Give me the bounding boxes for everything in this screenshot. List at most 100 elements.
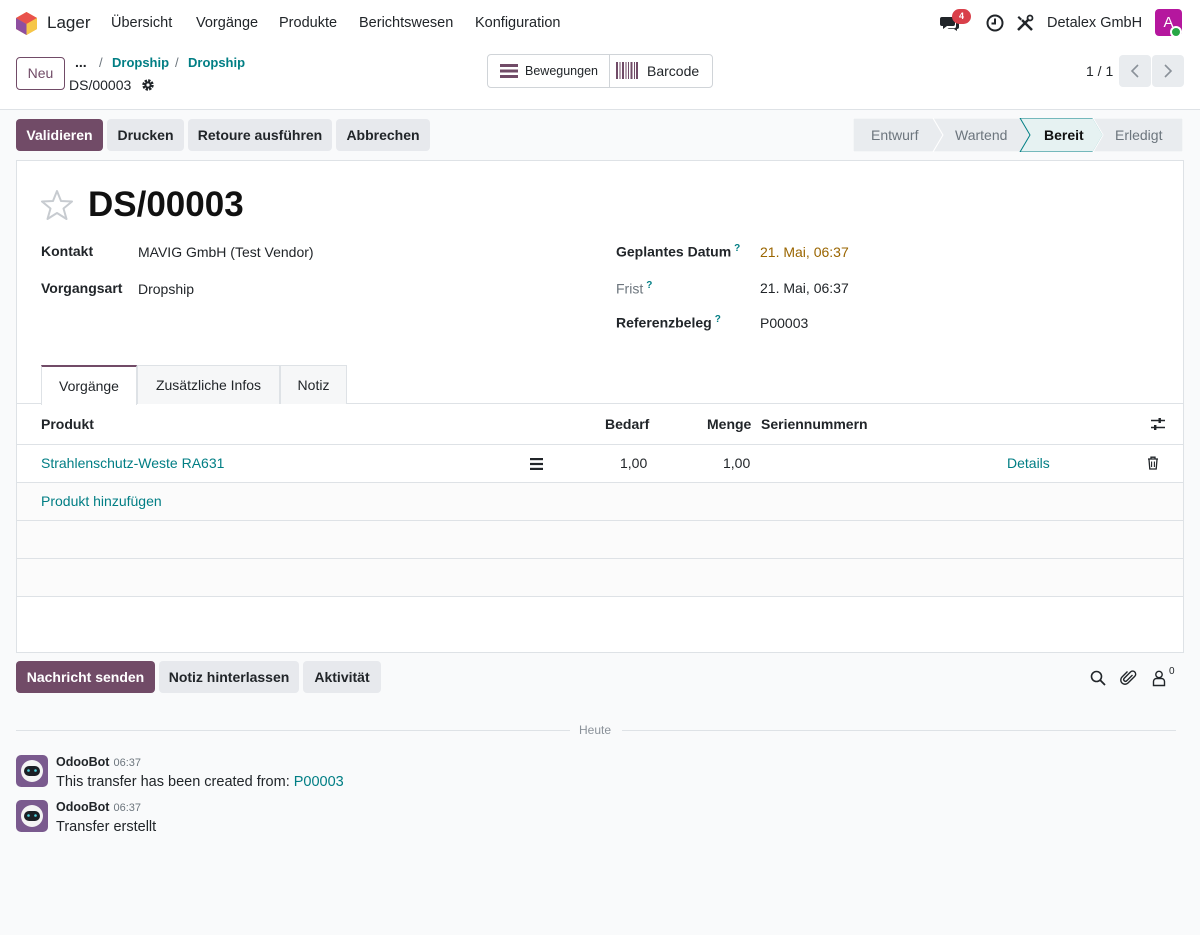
odoobot-avatar[interactable] xyxy=(16,755,48,787)
list-icon xyxy=(500,64,518,78)
deadline-field[interactable]: 21. Mai, 06:37 xyxy=(760,280,849,296)
scheduled-date-field[interactable]: 21. Mai, 06:37 xyxy=(760,244,849,260)
search-icon[interactable] xyxy=(1089,669,1107,687)
moves-smart-button[interactable]: Bewegungen xyxy=(488,55,609,87)
barcode-icon xyxy=(616,62,638,79)
barcode-smart-button[interactable]: Barcode xyxy=(610,55,713,87)
contact-label: Kontakt xyxy=(41,243,94,259)
tab-note[interactable]: Notiz xyxy=(280,365,347,404)
add-line-row: Produkt hinzufügen xyxy=(17,483,1183,521)
control-panel: Neu ... / Dropship / Dropship DS/00003 B… xyxy=(0,46,1200,110)
menu-reporting[interactable]: Berichtswesen xyxy=(359,15,453,31)
column-quantity[interactable]: Menge xyxy=(707,416,751,432)
empty-row xyxy=(17,559,1183,597)
trash-icon[interactable] xyxy=(1147,456,1159,470)
breadcrumb-more[interactable]: ... xyxy=(75,54,87,70)
smart-buttons: Bewegungen Barcode xyxy=(487,54,713,88)
menu-configuration[interactable]: Konfiguration xyxy=(475,15,560,31)
column-demand[interactable]: Bedarf xyxy=(605,416,649,432)
chevron-left-icon xyxy=(1130,64,1139,78)
demand-cell[interactable]: 1,00 xyxy=(620,455,647,471)
message-author: OdooBot 06:37 xyxy=(56,755,141,769)
status-ready[interactable]: Bereit xyxy=(1044,118,1084,152)
quantity-cell[interactable]: 1,00 xyxy=(723,455,750,471)
star-icon[interactable] xyxy=(41,189,73,221)
date-separator-label: Heute xyxy=(579,723,612,737)
source-document-field[interactable]: P00003 xyxy=(760,315,808,331)
form-sheet: DS/00003 Kontakt MAVIG GmbH (Test Vendor… xyxy=(16,160,1184,653)
message-reference-link[interactable]: P00003 xyxy=(294,774,344,790)
print-button[interactable]: Drucken xyxy=(107,119,184,151)
chevron-right-icon xyxy=(1164,64,1173,78)
help-icon[interactable]: ? xyxy=(734,243,740,254)
menu-operations[interactable]: Vorgänge xyxy=(196,15,258,31)
column-product[interactable]: Produkt xyxy=(41,416,94,432)
forecast-list-icon[interactable] xyxy=(530,458,543,470)
record-name: DS/00003 xyxy=(69,77,132,93)
tab-operations[interactable]: Vorgänge xyxy=(41,365,137,405)
log-note-button[interactable]: Notiz hinterlassen xyxy=(159,661,299,693)
contact-field[interactable]: MAVIG GmbH (Test Vendor) xyxy=(138,244,314,260)
date-separator-line xyxy=(16,730,570,731)
column-serial-numbers[interactable]: Seriennummern xyxy=(761,416,868,432)
help-icon[interactable]: ? xyxy=(646,280,652,291)
product-cell[interactable]: Strahlenschutz-Weste RA631 xyxy=(41,455,224,471)
message-time: 06:37 xyxy=(113,757,141,769)
odoobot-avatar[interactable] xyxy=(16,800,48,832)
send-message-button[interactable]: Nachricht senden xyxy=(16,661,155,693)
details-button[interactable]: Details xyxy=(1007,455,1050,471)
status-done[interactable]: Erledigt xyxy=(1115,118,1162,152)
message-author: OdooBot 06:37 xyxy=(56,800,141,814)
company-switcher[interactable]: Detalex GmbH xyxy=(1047,15,1142,31)
moves-label: Bewegungen xyxy=(525,64,598,78)
message-time: 06:37 xyxy=(113,802,141,814)
tools-icon[interactable] xyxy=(1015,13,1035,33)
new-button[interactable]: Neu xyxy=(16,57,65,90)
status-waiting[interactable]: Wartend xyxy=(955,118,1007,152)
followers-icon[interactable] xyxy=(1151,669,1169,687)
odoobot-face-icon xyxy=(21,805,43,827)
menu-products[interactable]: Produkte xyxy=(279,15,337,31)
help-icon[interactable]: ? xyxy=(715,314,721,325)
breadcrumb-dropship-1[interactable]: Dropship xyxy=(112,55,169,70)
status-draft[interactable]: Entwurf xyxy=(871,118,918,152)
record-title: DS/00003 xyxy=(88,185,244,224)
odoobot-face-icon xyxy=(21,760,43,782)
message-body: This transfer has been created from: P00… xyxy=(56,774,344,790)
app-name[interactable]: Lager xyxy=(47,13,90,33)
clock-icon[interactable] xyxy=(985,13,1005,33)
return-button[interactable]: Retoure ausführen xyxy=(188,119,332,151)
validate-button[interactable]: Validieren xyxy=(16,119,103,151)
activity-button[interactable]: Aktivität xyxy=(303,661,381,693)
barcode-label: Barcode xyxy=(647,63,700,79)
breadcrumb-separator: / xyxy=(99,55,103,70)
source-document-label: Referenzbeleg? xyxy=(616,314,721,331)
tab-additional-info[interactable]: Zusätzliche Infos xyxy=(137,365,280,404)
table-row[interactable]: Strahlenschutz-Weste RA631 1,00 1,00 Det… xyxy=(17,445,1183,483)
online-status-dot xyxy=(1170,26,1182,38)
notebook-tabs: Vorgänge Zusätzliche Infos Notiz xyxy=(17,365,1183,405)
scheduled-date-label: Geplantes Datum? xyxy=(616,243,741,260)
gear-icon[interactable] xyxy=(141,78,155,92)
empty-row xyxy=(17,521,1183,559)
add-product-link[interactable]: Produkt hinzufügen xyxy=(41,493,162,509)
pager-previous-button[interactable] xyxy=(1119,55,1151,87)
follower-count: 0 xyxy=(1169,666,1175,677)
pager-value[interactable]: 1 / 1 xyxy=(1086,63,1113,79)
breadcrumb-dropship-2[interactable]: Dropship xyxy=(188,55,245,70)
pager-next-button[interactable] xyxy=(1152,55,1184,87)
menu-overview[interactable]: Übersicht xyxy=(111,15,172,31)
operation-type-field[interactable]: Dropship xyxy=(138,281,194,297)
deadline-label: Frist? xyxy=(616,280,653,297)
paperclip-icon[interactable] xyxy=(1120,669,1138,687)
table-header: Produkt Bedarf Menge Seriennummern xyxy=(17,404,1183,445)
top-navbar: Lager Übersicht Vorgänge Produkte Berich… xyxy=(0,0,1200,46)
inventory-app-icon[interactable] xyxy=(16,12,37,35)
message-count-badge: 4 xyxy=(952,9,971,24)
date-separator-line xyxy=(622,730,1176,731)
optional-columns-icon[interactable] xyxy=(1150,417,1166,431)
cancel-button[interactable]: Abbrechen xyxy=(336,119,430,151)
breadcrumb-separator: / xyxy=(175,55,179,70)
operation-type-label: Vorgangsart xyxy=(41,280,123,296)
status-bar: Entwurf Wartend Bereit Erledigt xyxy=(853,118,1183,152)
